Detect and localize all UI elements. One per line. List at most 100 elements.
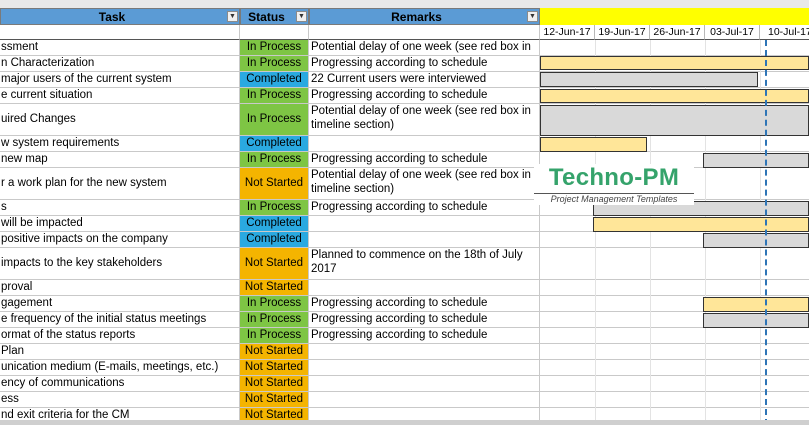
remarks-cell[interactable]: Potential delay of one week (see red box… <box>309 40 540 56</box>
timeline-cell[interactable] <box>540 40 809 56</box>
task-cell[interactable]: proval <box>0 280 240 296</box>
remarks-cell[interactable] <box>309 376 540 392</box>
task-cell[interactable]: gagement <box>0 296 240 312</box>
remarks-cell[interactable] <box>309 392 540 408</box>
status-cell[interactable]: In Process <box>240 40 309 56</box>
header-spacer-remarks <box>309 25 540 40</box>
task-filter-dropdown-icon[interactable]: ▼ <box>227 11 238 22</box>
gantt-bar-actual[interactable] <box>703 313 809 328</box>
remarks-cell[interactable]: Progressing according to schedule <box>309 152 540 168</box>
status-cell[interactable]: In Process <box>240 296 309 312</box>
timeline-cell[interactable] <box>540 344 809 360</box>
remarks-cell[interactable]: 22 Current users were interviewed <box>309 72 540 88</box>
task-header-label: Task <box>98 10 126 24</box>
task-cell[interactable]: positive impacts on the company <box>0 232 240 248</box>
timeline-cell[interactable] <box>540 376 809 392</box>
gantt-bar-planned[interactable] <box>540 89 809 103</box>
remarks-column-header[interactable]: Remarks ▼ <box>309 8 540 25</box>
timeline-cell[interactable] <box>540 360 809 376</box>
task-cell[interactable]: ency of communications <box>0 376 240 392</box>
task-cell[interactable]: uired Changes <box>0 104 240 136</box>
task-cell[interactable]: e current situation <box>0 88 240 104</box>
task-cell[interactable]: new map <box>0 152 240 168</box>
remarks-cell[interactable]: Potential delay of one week (see red box… <box>309 104 540 136</box>
gantt-bar-actual[interactable] <box>540 72 758 87</box>
task-cell[interactable]: n Characterization <box>0 56 240 72</box>
header-spacer-status <box>240 25 309 40</box>
status-cell[interactable]: Completed <box>240 72 309 88</box>
status-cell[interactable]: In Process <box>240 152 309 168</box>
status-cell[interactable]: In Process <box>240 312 309 328</box>
gantt-bar-actual[interactable] <box>540 105 809 136</box>
remarks-cell[interactable] <box>309 232 540 248</box>
timeline-cell[interactable] <box>540 280 809 296</box>
date-header: 10-Jul-17 <box>760 25 809 40</box>
watermark-subtitle: Project Management Templates <box>534 193 694 205</box>
status-cell[interactable]: In Process <box>240 88 309 104</box>
task-cell[interactable]: will be impacted <box>0 216 240 232</box>
status-cell[interactable]: In Process <box>240 328 309 344</box>
status-cell[interactable]: In Process <box>240 56 309 72</box>
status-cell[interactable]: Not Started <box>240 280 309 296</box>
status-cell[interactable]: Not Started <box>240 376 309 392</box>
task-cell[interactable]: r a work plan for the new system <box>0 168 240 200</box>
timeline-cell[interactable] <box>540 248 809 280</box>
remarks-cell[interactable]: Progressing according to schedule <box>309 200 540 216</box>
remarks-cell[interactable]: Progressing according to schedule <box>309 328 540 344</box>
status-cell[interactable]: Not Started <box>240 392 309 408</box>
gantt-bar-actual[interactable] <box>703 153 809 168</box>
status-cell[interactable]: Not Started <box>240 344 309 360</box>
gantt-bar-planned[interactable] <box>703 297 809 312</box>
task-cell[interactable]: unication medium (E-mails, meetings, etc… <box>0 360 240 376</box>
techno-pm-watermark: Techno-PM Project Management Templates <box>534 164 694 205</box>
task-cell[interactable]: w system requirements <box>0 136 240 152</box>
remarks-cell[interactable]: Progressing according to schedule <box>309 296 540 312</box>
timeline-cell[interactable] <box>540 328 809 344</box>
status-cell[interactable]: In Process <box>240 104 309 136</box>
remarks-cell[interactable]: Potential delay of one week (see red box… <box>309 168 540 200</box>
remarks-cell[interactable]: Progressing according to schedule <box>309 88 540 104</box>
task-cell[interactable]: Plan <box>0 344 240 360</box>
status-cell[interactable]: In Process <box>240 200 309 216</box>
gantt-bar-planned[interactable] <box>540 137 647 152</box>
status-cell[interactable]: Not Started <box>240 248 309 280</box>
status-cell[interactable]: Not Started <box>240 360 309 376</box>
status-column-header[interactable]: Status ▼ <box>240 8 309 25</box>
status-cell[interactable]: Not Started <box>240 168 309 200</box>
task-cell[interactable]: e frequency of the initial status meetin… <box>0 312 240 328</box>
status-header-label: Status <box>248 10 285 24</box>
top-strip <box>0 0 809 8</box>
remarks-cell[interactable]: Progressing according to schedule <box>309 312 540 328</box>
remarks-filter-dropdown-icon[interactable]: ▼ <box>527 11 538 22</box>
task-cell[interactable]: ssment <box>0 40 240 56</box>
task-column-header[interactable]: Task ▼ <box>0 8 240 25</box>
task-cell[interactable]: s <box>0 200 240 216</box>
remarks-cell[interactable] <box>309 136 540 152</box>
remarks-cell[interactable]: Progressing according to schedule <box>309 56 540 72</box>
remarks-cell[interactable] <box>309 280 540 296</box>
remarks-cell[interactable] <box>309 216 540 232</box>
remarks-cell[interactable] <box>309 360 540 376</box>
date-header: 19-Jun-17 <box>595 25 650 40</box>
timeline-header-bar <box>540 8 809 25</box>
status-cell[interactable]: Completed <box>240 216 309 232</box>
date-header: 12-Jun-17 <box>540 25 595 40</box>
today-marker-line <box>765 40 767 425</box>
header-spacer-task <box>0 25 240 40</box>
task-cell[interactable]: ormat of the status reports <box>0 328 240 344</box>
status-cell[interactable]: Completed <box>240 136 309 152</box>
bottom-strip <box>0 420 809 425</box>
gantt-bar-planned[interactable] <box>593 217 809 232</box>
remarks-cell[interactable] <box>309 344 540 360</box>
date-header: 03-Jul-17 <box>705 25 760 40</box>
remarks-cell[interactable]: Planned to commence on the 18th of July … <box>309 248 540 280</box>
status-cell[interactable]: Completed <box>240 232 309 248</box>
task-cell[interactable]: major users of the current system <box>0 72 240 88</box>
status-filter-dropdown-icon[interactable]: ▼ <box>296 11 307 22</box>
gantt-bar-actual[interactable] <box>703 233 809 248</box>
task-cell[interactable]: ess <box>0 392 240 408</box>
gantt-bar-planned[interactable] <box>540 56 809 70</box>
timeline-cell[interactable] <box>540 392 809 408</box>
remarks-header-label: Remarks <box>391 10 442 24</box>
task-cell[interactable]: impacts to the key stakeholders <box>0 248 240 280</box>
